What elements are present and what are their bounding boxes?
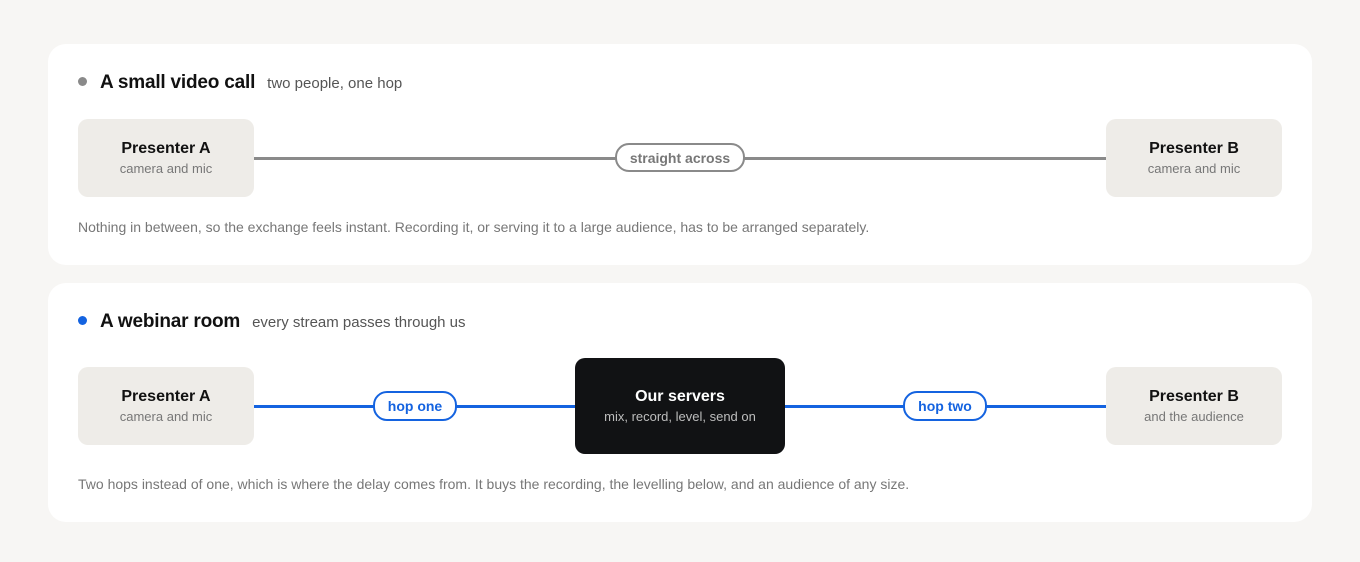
video-call-header: A small video call two people, one hop — [78, 72, 402, 94]
presenter-a-node: Presenter A camera and mic — [78, 119, 254, 197]
our-servers-title: Our servers — [635, 388, 725, 405]
our-servers-node: Our servers mix, record, level, send on — [575, 358, 785, 454]
gray-dot-icon — [78, 77, 87, 86]
presenter-a-title: Presenter A — [121, 140, 211, 157]
webinar-presenter-b-sub: and the audience — [1144, 409, 1244, 424]
our-servers-sub: mix, record, level, send on — [604, 409, 756, 424]
webinar-presenter-a-title: Presenter A — [121, 388, 211, 405]
webinar-note: Two hops instead of one, which is where … — [78, 476, 910, 492]
presenter-b-sub: camera and mic — [1147, 161, 1241, 176]
webinar-presenter-a-sub: camera and mic — [119, 409, 213, 424]
video-call-card: A small video call two people, one hop P… — [48, 44, 1312, 265]
straight-across-label: straight across — [615, 143, 745, 172]
webinar-card: A webinar room every stream passes throu… — [48, 283, 1312, 522]
hop-two-label: hop two — [903, 391, 987, 421]
blue-dot-icon — [78, 316, 87, 325]
webinar-presenter-a-node: Presenter A camera and mic — [78, 367, 254, 445]
presenter-b-title: Presenter B — [1149, 140, 1239, 157]
hop-one-label: hop one — [373, 391, 457, 421]
webinar-presenter-b-title: Presenter B — [1149, 388, 1239, 405]
webinar-subtitle: every stream passes through us — [252, 314, 466, 331]
webinar-title: A webinar room — [100, 311, 241, 332]
presenter-a-sub: camera and mic — [119, 161, 213, 176]
video-call-note: Nothing in between, so the exchange feel… — [78, 219, 870, 235]
video-call-title: A small video call — [100, 72, 256, 93]
video-call-subtitle: two people, one hop — [267, 75, 403, 92]
webinar-presenter-b-node: Presenter B and the audience — [1106, 367, 1282, 445]
webinar-header: A webinar room every stream passes throu… — [78, 311, 466, 333]
presenter-b-node: Presenter B camera and mic — [1106, 119, 1282, 197]
